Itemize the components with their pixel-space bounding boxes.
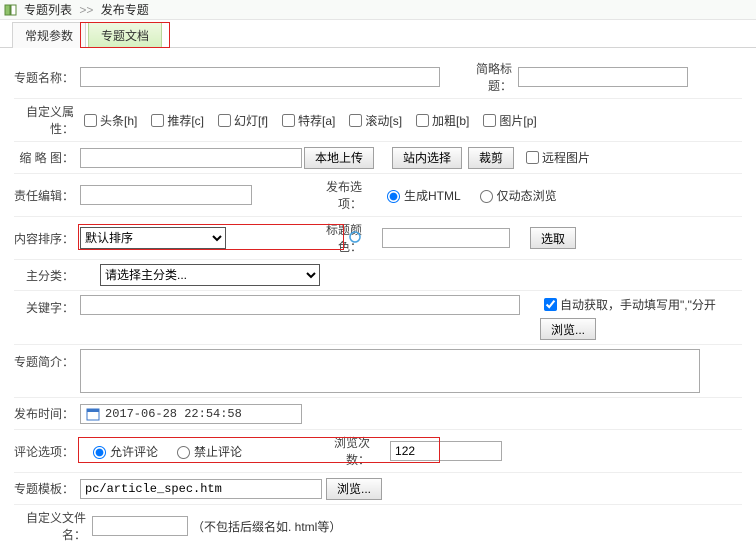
breadcrumb-current: 发布专题 [101,3,149,17]
label-name: 专题名称： [14,69,80,86]
template-input[interactable] [80,479,322,499]
label-intro: 专题简介： [14,349,80,370]
views-input[interactable] [390,441,502,461]
attr-checkbox-3[interactable]: 特荐[a] [278,111,335,130]
refresh-icon[interactable] [348,230,362,244]
row-sort: 内容排序： 默认排序 标题颜色： 选取 [14,217,742,260]
attr-checkbox-2[interactable]: 幻灯[f] [214,111,268,130]
label-editor: 责任编辑： [14,187,80,204]
row-editor: 责任编辑： 发布选项： 生成HTML 仅动态浏览 [14,174,742,217]
pubtime-value[interactable]: 2017-06-28 22:54:58 [105,407,242,421]
local-upload-button[interactable]: 本地上传 [304,147,374,169]
label-keyword: 关键字： [14,295,80,316]
calendar-icon[interactable] [85,406,101,422]
color-pick-button[interactable]: 选取 [530,227,576,249]
label-template: 专题模板： [14,480,80,497]
label-filename: 自定义文件名： [14,509,92,543]
breadcrumb-list[interactable]: 专题列表 [24,3,72,17]
remote-image-checkbox[interactable]: 远程图片 [522,148,590,167]
crop-button[interactable]: 裁剪 [468,147,514,169]
comment-deny-radio[interactable]: 禁止评论 [172,443,242,460]
row-comment: 评论选项： 允许评论 禁止评论 浏览次数： [14,430,742,473]
label-attr: 自定义属性： [14,103,80,137]
tab-topic-doc[interactable]: 专题文档 [88,22,162,48]
keyword-browse-button[interactable]: 浏览... [540,318,596,340]
label-puboption: 发布选项： [308,178,368,212]
label-short-title: 简略标题： [458,60,518,94]
row-keyword: 关键字： 自动获取，手动填写用","分开 浏览... [14,291,742,345]
comment-allow-radio[interactable]: 允许评论 [88,443,158,460]
tabs: 常规参数 专题文档 [0,20,756,48]
attr-checkbox-group: 头条[h] 推荐[c] 幻灯[f] 特荐[a] 滚动[s] 加粗[b] 图片[p] [80,111,547,130]
label-comment: 评论选项： [14,443,80,460]
row-maincat: 主分类： 请选择主分类... [14,260,742,291]
short-title-input[interactable] [518,67,688,87]
book-icon [4,3,18,17]
breadcrumb-sep: >> [79,3,93,17]
attr-checkbox-4[interactable]: 滚动[s] [345,111,402,130]
row-template: 专题模板： 浏览... [14,473,742,505]
label-sort: 内容排序： [14,230,80,247]
label-thumb: 缩 略 图： [14,149,80,166]
row-thumb: 缩 略 图： 本地上传 站内选择 裁剪 远程图片 [14,142,742,174]
label-pubtime: 发布时间： [14,405,80,422]
filename-input[interactable] [92,516,188,536]
auto-keyword-checkbox[interactable]: 自动获取，手动填写用","分开 [540,295,716,314]
main-category-select[interactable]: 请选择主分类... [100,264,320,286]
row-name: 专题名称： 简略标题： [14,56,742,99]
breadcrumb: 专题列表 >> 发布专题 [24,1,149,18]
row-intro: 专题简介： [14,345,742,398]
header: 专题列表 >> 发布专题 [0,0,756,20]
label-maincat: 主分类： [14,267,80,284]
keyword-input[interactable] [80,295,520,315]
tab-normal-params[interactable]: 常规参数 [12,22,86,48]
row-filename: 自定义文件名： （不包括后缀名如. html等） [14,505,742,547]
intro-textarea[interactable] [80,349,700,393]
site-select-button[interactable]: 站内选择 [392,147,462,169]
filename-note: （不包括后缀名如. html等） [192,518,341,535]
label-views: 浏览次数： [316,434,376,468]
attr-checkbox-5[interactable]: 加粗[b] [412,111,469,130]
sort-select[interactable]: 默认排序 [80,227,226,249]
attr-checkbox-6[interactable]: 图片[p] [479,111,536,130]
form: 专题名称： 简略标题： 自定义属性： 头条[h] 推荐[c] 幻灯[f] 特荐[a] 滚… [0,48,756,547]
attr-checkbox-1[interactable]: 推荐[c] [147,111,204,130]
pubopt-dynamic-radio[interactable]: 仅动态浏览 [475,187,557,204]
editor-input[interactable] [80,185,252,205]
thumb-path-input[interactable] [80,148,302,168]
attr-checkbox-0[interactable]: 头条[h] [80,111,137,130]
row-pubtime: 发布时间： 2017-06-28 22:54:58 [14,398,742,430]
template-browse-button[interactable]: 浏览... [326,478,382,500]
title-color-input[interactable] [382,228,510,248]
pubopt-genhtml-radio[interactable]: 生成HTML [382,187,461,204]
topic-name-input[interactable] [80,67,440,87]
row-attr: 自定义属性： 头条[h] 推荐[c] 幻灯[f] 特荐[a] 滚动[s] 加粗[b] 图片[… [14,99,742,142]
